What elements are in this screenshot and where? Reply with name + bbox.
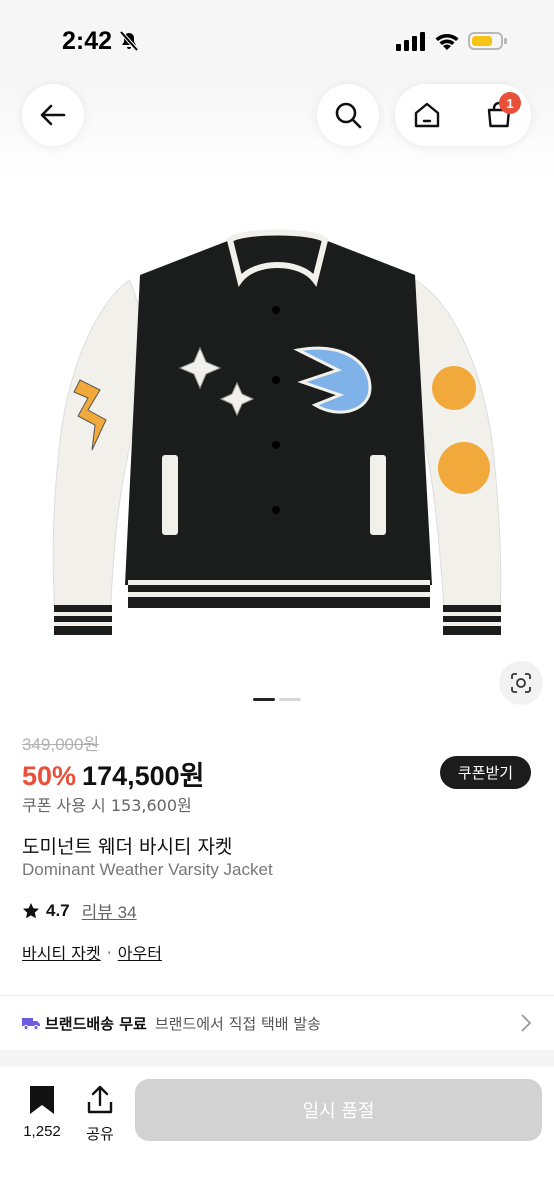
price-row: 50% 174,500원 bbox=[22, 754, 205, 793]
lens-scan-icon bbox=[511, 673, 531, 693]
bell-muted-icon bbox=[119, 30, 139, 52]
carousel-dot[interactable] bbox=[279, 698, 301, 701]
arrow-left-icon bbox=[40, 104, 66, 126]
carousel-dot-active[interactable] bbox=[253, 698, 275, 701]
home-icon bbox=[414, 102, 440, 128]
rating-value: 4.7 bbox=[46, 900, 70, 920]
search-icon bbox=[335, 102, 362, 129]
cart-count-badge: 1 bbox=[499, 92, 521, 114]
share-label: 공유 bbox=[86, 1126, 114, 1143]
image-search-button[interactable] bbox=[499, 661, 543, 705]
category-link-outer[interactable]: 아우터 bbox=[118, 940, 162, 964]
section-gap bbox=[0, 1050, 554, 1067]
truck-icon bbox=[22, 1018, 40, 1030]
share-button[interactable]: 공유 bbox=[80, 1085, 120, 1144]
rating-row: 4.7 리뷰 34 bbox=[22, 898, 137, 923]
status-time: 2:42 bbox=[62, 27, 113, 55]
chevron-right-icon bbox=[521, 1014, 532, 1032]
divider bbox=[0, 995, 554, 996]
status-bar: 2:42 bbox=[0, 0, 554, 80]
bottom-action-bar: 1,252 공유 일시 품절 bbox=[0, 1067, 554, 1200]
shipping-info-row[interactable]: 브랜드배송 무료 브랜드에서 직접 택배 발송 bbox=[22, 1008, 532, 1038]
get-coupon-button[interactable]: 쿠폰받기 bbox=[440, 756, 531, 789]
sale-price: 174,500원 bbox=[82, 761, 205, 791]
image-carousel-dots bbox=[253, 698, 301, 701]
shipping-description: 브랜드에서 직접 택배 발송 bbox=[154, 1014, 321, 1033]
nav-pill: 1 bbox=[395, 84, 531, 146]
original-price: 349,000원 bbox=[22, 735, 100, 754]
home-button[interactable] bbox=[407, 95, 447, 135]
bookmark-icon bbox=[30, 1086, 54, 1114]
star-icon bbox=[23, 902, 39, 918]
shipping-label: 브랜드배송 무료 bbox=[45, 1014, 147, 1033]
review-link[interactable]: 리뷰 34 bbox=[82, 898, 137, 923]
discount-rate: 50% bbox=[22, 761, 77, 791]
sold-out-button[interactable]: 일시 품절 bbox=[135, 1079, 542, 1141]
category-breadcrumb: 바시티 자켓 · 아우터 bbox=[22, 940, 162, 964]
wishlist-button[interactable]: 1,252 bbox=[18, 1085, 66, 1140]
product-image[interactable] bbox=[40, 220, 514, 660]
product-title-english: Dominant Weather Varsity Jacket bbox=[22, 860, 273, 879]
wifi-icon bbox=[435, 34, 459, 50]
cellular-signal-icon bbox=[396, 32, 425, 51]
category-link-varsity[interactable]: 바시티 자켓 bbox=[22, 940, 101, 964]
battery-icon bbox=[468, 32, 507, 50]
product-title-korean: 도미넌트 웨더 바시티 자켓 bbox=[22, 836, 233, 858]
category-separator: · bbox=[106, 942, 112, 962]
back-button[interactable] bbox=[22, 84, 84, 146]
share-icon bbox=[87, 1085, 113, 1114]
coupon-price: 쿠폰 사용 시 153,600원 bbox=[22, 796, 192, 815]
search-button[interactable] bbox=[317, 84, 379, 146]
wishlist-count: 1,252 bbox=[23, 1123, 61, 1140]
